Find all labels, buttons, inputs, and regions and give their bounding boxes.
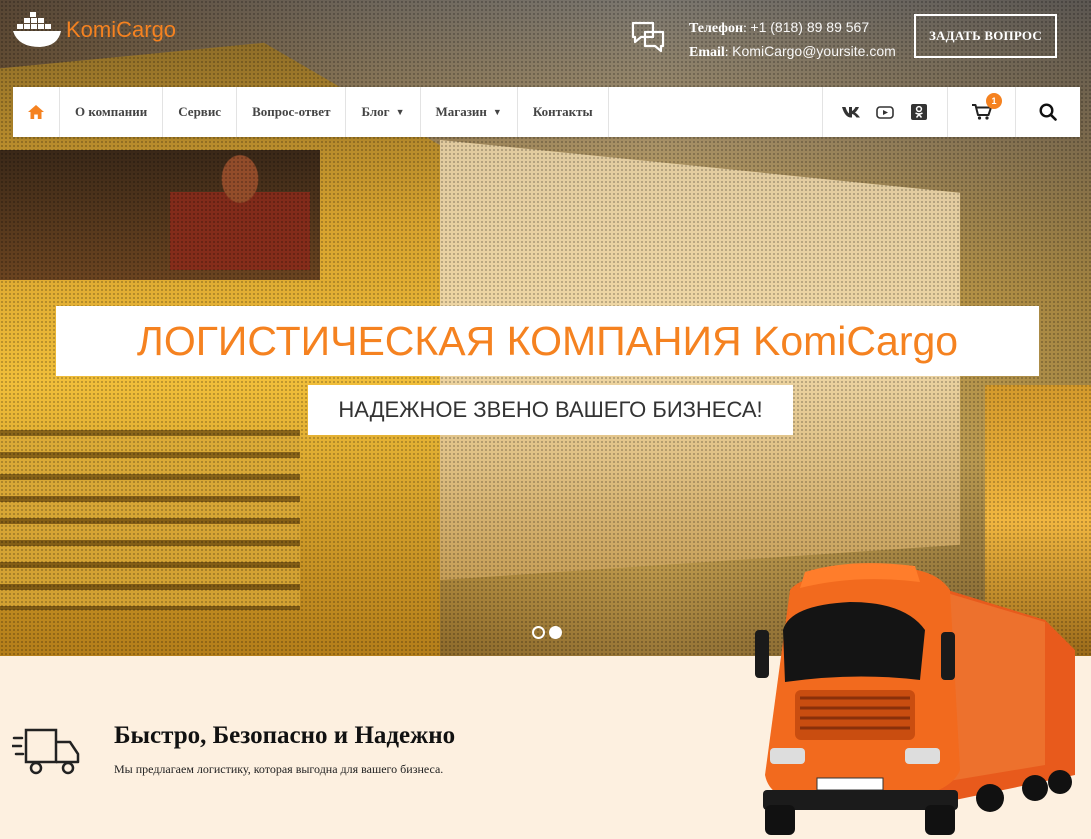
chevron-down-icon: ▼ [492, 107, 502, 117]
cart-count-badge: 1 [986, 93, 1002, 109]
nav-item-blog[interactable]: Блог ▼ [346, 87, 421, 137]
slider-pagination [532, 626, 562, 639]
nav-home[interactable] [13, 87, 60, 137]
slider-dot-1[interactable] [532, 626, 545, 639]
ship-icon [13, 12, 61, 47]
hero-subtitle: НАДЕЖНОЕ ЗВЕНО ВАШЕГО БИЗНЕСА! [308, 385, 793, 435]
nav-item-label: О компании [75, 104, 148, 119]
search-button[interactable] [1016, 87, 1080, 137]
orange-truck-image [755, 563, 1075, 835]
nav-item-service[interactable]: Сервис [163, 87, 238, 137]
vk-icon[interactable] [841, 103, 861, 121]
chat-bubbles-icon [631, 21, 665, 53]
nav-item-contacts[interactable]: Контакты [518, 87, 609, 137]
email-label: Email [689, 45, 725, 60]
email-line: Email: KomiCargo@yoursite.com [689, 43, 896, 60]
site-logo[interactable]: KomiCargo [12, 10, 176, 50]
nav-item-shop[interactable]: Магазин ▼ [421, 87, 518, 137]
phone-line: Телефон: +1 (818) 89 89 567 [689, 19, 870, 36]
truck-grille [0, 430, 300, 610]
feature-description: Мы предлагаем логистику, которая выгодна… [114, 762, 444, 776]
search-icon [1039, 103, 1057, 121]
nav-item-label: Магазин [435, 104, 487, 119]
phone-value[interactable]: +1 (818) 89 89 567 [750, 19, 869, 35]
email-value[interactable]: KomiCargo@yoursite.com [732, 43, 896, 59]
nav-item-label: Сервис [178, 104, 222, 119]
home-icon [28, 105, 44, 119]
truck-driver-image [170, 140, 310, 270]
contact-info: Телефон: +1 (818) 89 89 567 Email: KomiC… [689, 16, 896, 64]
odnoklassniki-icon[interactable] [909, 103, 929, 121]
nav-item-label: Вопрос-ответ [252, 104, 331, 119]
phone-label: Телефон [689, 21, 744, 36]
youtube-icon[interactable] [875, 103, 895, 121]
social-links [823, 87, 948, 137]
slider-dot-2[interactable] [549, 626, 562, 639]
cart-button[interactable]: 1 [948, 87, 1016, 137]
delivery-truck-icon [12, 728, 80, 775]
nav-item-about[interactable]: О компании [60, 87, 164, 137]
logo-text: KomiCargo [66, 17, 177, 42]
feature-title: Быстро, Безопасно и Надежно [114, 722, 456, 749]
truck-cab-window [0, 150, 320, 280]
hero-title: ЛОГИСТИЧЕСКАЯ КОМПАНИЯ KomiCargo [56, 306, 1039, 376]
nav-item-faq[interactable]: Вопрос-ответ [237, 87, 347, 137]
nav-spacer [609, 87, 823, 137]
ask-question-button[interactable]: ЗАДАТЬ ВОПРОС [914, 14, 1057, 58]
main-nav: О компании Сервис Вопрос-ответ Блог ▼ Маг… [13, 87, 1080, 137]
nav-item-label: Блог [361, 104, 390, 119]
chevron-down-icon: ▼ [395, 107, 405, 117]
nav-item-label: Контакты [532, 104, 593, 119]
